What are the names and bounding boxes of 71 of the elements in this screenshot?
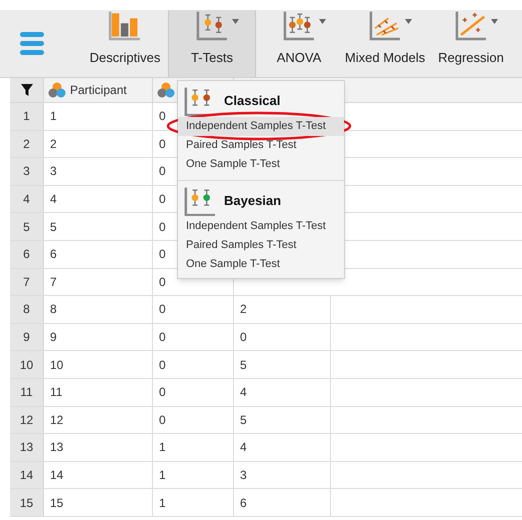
- row-number: 14: [10, 462, 44, 488]
- table-cell-text: 0: [159, 412, 166, 429]
- table-cell-text: 4: [240, 384, 247, 402]
- table-cell-text: 2: [240, 301, 247, 318]
- toolbar-button[interactable]: Regression: [428, 10, 514, 77]
- menu-section-title: Classical: [224, 92, 280, 110]
- table-cell-text: 1: [159, 467, 166, 484]
- menu-item[interactable]: Independent Samples T-Test: [178, 117, 344, 136]
- menu-item[interactable]: One Sample T-Test: [178, 155, 344, 174]
- toolbar-button[interactable]: Descriptives: [82, 10, 168, 77]
- table-cell-text: 0: [159, 329, 166, 346]
- table-cell-text: 5: [240, 356, 247, 374]
- row-number: 2: [10, 130, 44, 158]
- table-cell-text: 0: [159, 356, 166, 374]
- table-cell-text: 0: [159, 163, 166, 180]
- row-number: 3: [10, 158, 44, 185]
- table-cell-text: 1: [50, 108, 57, 126]
- table-cell-text: 1: [159, 439, 166, 456]
- table-cell-text: 12: [50, 412, 64, 429]
- table-cell-text: 0: [159, 218, 166, 236]
- menu-item[interactable]: One Sample T-Test: [178, 255, 344, 274]
- toolbar-button[interactable]: ANOVA: [256, 10, 342, 77]
- table-cell-text: 0: [159, 191, 166, 208]
- table-cell-text: 4: [50, 191, 57, 208]
- error-bar-chart-icon: [182, 186, 218, 216]
- row-number: 4: [10, 186, 44, 212]
- circles-icon: [48, 82, 66, 98]
- row-number: 5: [10, 213, 44, 240]
- row-number: 1: [10, 103, 44, 130]
- menu-item[interactable]: Paired Samples T-Test: [178, 236, 344, 255]
- row-number: 11: [10, 378, 44, 406]
- table-cell-text: 8: [50, 301, 57, 318]
- table-cell-text: 6: [50, 246, 57, 264]
- filter-icon[interactable]: [20, 83, 34, 97]
- circles-icon: [157, 82, 175, 98]
- toolbar-button[interactable]: T-Tests: [168, 10, 256, 77]
- menu-item[interactable]: Independent Samples T-Test: [178, 217, 344, 236]
- table-cell-text: 15: [50, 494, 64, 512]
- table-cell-text: 13: [50, 439, 64, 456]
- table-cell-text: 3: [240, 467, 247, 484]
- row-number: 6: [10, 240, 44, 268]
- row-number: 9: [10, 324, 44, 350]
- menu-item[interactable]: Paired Samples T-Test: [178, 136, 344, 155]
- table-cell-text: 14: [50, 467, 64, 484]
- table-cell-text: 0: [159, 274, 166, 291]
- table-cell-text: 1: [159, 494, 166, 512]
- table-cell-text: 0: [159, 108, 166, 126]
- table-cell-text: 4: [240, 439, 247, 456]
- table-cell-text: 9: [50, 329, 57, 346]
- table-cell-text: 5: [50, 218, 57, 236]
- table-cell-text: 0: [159, 136, 166, 153]
- table-cell-text: 5: [240, 412, 247, 429]
- table-cell-text: 7: [50, 274, 57, 291]
- table-cell-text: 0: [159, 384, 166, 402]
- table-cell-text: 3: [50, 163, 57, 180]
- table-cell-text: 10: [50, 356, 64, 374]
- table-cell-text: 0: [159, 246, 166, 264]
- table-cell-text: 0: [240, 329, 247, 346]
- menu-section-title: Bayesian: [224, 192, 282, 210]
- row-number: 8: [10, 296, 44, 323]
- row-number: 7: [10, 268, 44, 296]
- table-cell-text: 11: [50, 384, 62, 402]
- toolbar-button[interactable]: Mixed Models: [342, 10, 428, 77]
- column-header[interactable]: [10, 78, 44, 102]
- row-number: 13: [10, 434, 44, 461]
- table-cell-text: 2: [50, 136, 57, 153]
- row-number: 15: [10, 489, 44, 516]
- table-cell-text: 6: [240, 494, 247, 512]
- row-number: 12: [10, 406, 44, 434]
- row-number: 10: [10, 351, 44, 378]
- table-cell-text: 0: [159, 301, 166, 318]
